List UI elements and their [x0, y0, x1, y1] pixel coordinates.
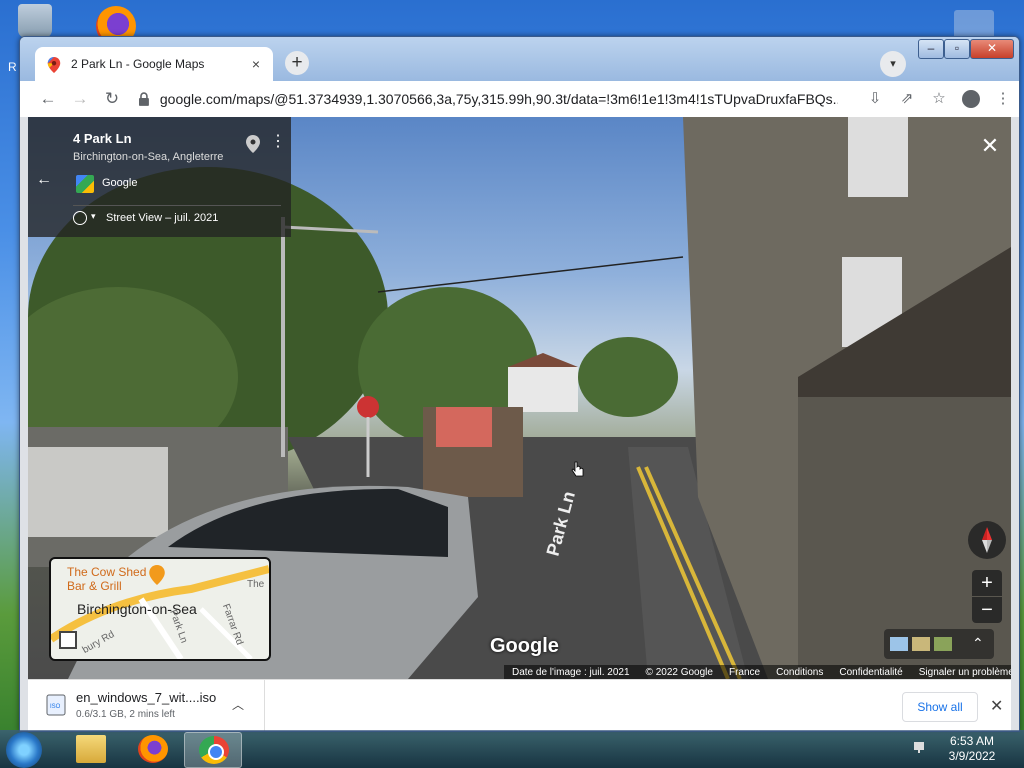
show-all-button[interactable]: Show all — [902, 692, 978, 722]
divider — [73, 205, 281, 206]
country-link[interactable]: France — [729, 667, 760, 678]
map-pin-icon[interactable] — [246, 135, 260, 153]
close-window-button[interactable]: ✕ — [970, 39, 1014, 59]
system-clock[interactable]: 6:53 AM 3/9/2022 — [940, 734, 1004, 764]
privacy-link[interactable]: Confidentialité — [839, 667, 902, 678]
hand-cursor-icon — [571, 461, 584, 477]
reload-button[interactable]: ↻ — [98, 85, 126, 113]
place-subtitle: Birchington-on-Sea, Angleterre — [73, 151, 224, 163]
close-street-view-button[interactable]: ✕ — [979, 135, 1001, 157]
desktop-icon-label: R — [8, 60, 17, 74]
road-label: The — [247, 579, 265, 590]
network-icon[interactable] — [912, 738, 930, 756]
browser-window: 2 Park Ln - Google Maps × + ▾ – ▫ ✕ ← → … — [19, 36, 1020, 732]
google-photos-icon — [76, 175, 94, 193]
more-options-icon[interactable]: ⋮ — [270, 134, 286, 153]
profile-avatar-icon[interactable] — [955, 85, 987, 113]
firefox-icon — [138, 735, 168, 763]
taskbar: 6:53 AM 3/9/2022 — [0, 730, 1024, 768]
history-clock-icon[interactable] — [73, 211, 87, 225]
street-view-panorama[interactable]: Park Ln ← 4 Park Ln Birchington-on-Sea, … — [28, 117, 1011, 679]
chrome-icon — [199, 736, 229, 764]
zoom-in-button[interactable]: + — [972, 570, 1002, 596]
zoom-out-button[interactable]: − — [972, 597, 1002, 623]
tab-google-maps[interactable]: 2 Park Ln - Google Maps × — [35, 47, 273, 81]
layer-thumbnail[interactable] — [934, 637, 952, 651]
layer-thumbnail[interactable] — [912, 637, 930, 651]
address-bar[interactable]: google.com/maps/@51.3734939,1.3070566,3a… — [138, 85, 838, 113]
place-info-card: ← 4 Park Ln Birchington-on-Sea, Angleter… — [28, 117, 291, 237]
taskbar-firefox[interactable] — [124, 732, 180, 766]
expand-chevron-icon[interactable]: ⌃ — [972, 635, 984, 652]
back-button[interactable]: ← — [34, 85, 62, 113]
bookmark-star-icon[interactable]: ☆ — [923, 85, 955, 113]
close-download-bar-icon[interactable]: ✕ — [990, 696, 1003, 716]
install-app-icon[interactable]: ⇩ — [859, 85, 891, 113]
image-date: Date de l'image : juil. 2021 — [512, 666, 630, 678]
chevron-down-icon[interactable]: ▾ — [91, 211, 96, 222]
report-problem-link[interactable]: Signaler un problème — [919, 667, 1011, 678]
taskbar-explorer[interactable] — [62, 732, 118, 766]
title-bar: 2 Park Ln - Google Maps × + ▾ – ▫ ✕ — [20, 37, 1019, 81]
taskbar-chrome[interactable] — [184, 732, 242, 768]
divider — [264, 680, 265, 731]
copyright: © 2022 Google — [645, 666, 713, 678]
svg-text:ISO: ISO — [50, 704, 61, 710]
maximize-button[interactable]: ▫ — [944, 39, 970, 59]
download-bar: ISO en_windows_7_wit....iso 0.6/3.1 GB, … — [28, 679, 1011, 731]
browser-menu-button[interactable]: ⋮ — [987, 85, 1019, 113]
forward-button[interactable]: → — [66, 85, 94, 113]
terms-link[interactable]: Conditions — [776, 667, 823, 678]
url-text: google.com/maps/@51.3734939,1.3070566,3a… — [159, 91, 838, 107]
start-button[interactable] — [6, 732, 42, 768]
tab-title: 2 Park Ln - Google Maps — [71, 57, 205, 71]
back-arrow-icon[interactable]: ← — [34, 171, 54, 191]
google-maps-pin-icon — [47, 57, 61, 73]
provider-label: Google — [102, 177, 138, 189]
clock-date: 3/9/2022 — [948, 749, 996, 763]
compass-icon[interactable] — [968, 521, 1006, 559]
poi-label: The Cow Shed Bar & Grill — [67, 565, 147, 593]
layer-thumbnail[interactable] — [890, 637, 908, 651]
iso-file-icon: ISO — [46, 694, 66, 716]
attribution-bar: Date de l'image : juil. 2021 © 2022 Goog… — [504, 665, 1011, 679]
tab-search-chevron-icon[interactable]: ▾ — [880, 51, 906, 77]
chevron-up-icon[interactable]: ︿ — [232, 696, 244, 713]
minimap[interactable]: The Cow Shed Bar & Grill Birchington-on-… — [49, 557, 271, 661]
clock-time: 6:53 AM — [949, 734, 995, 748]
download-status: 0.6/3.1 GB, 2 mins left — [76, 709, 175, 720]
browser-toolbar: ← → ↻ google.com/maps/@51.3734939,1.3070… — [20, 81, 1019, 117]
download-filename[interactable]: en_windows_7_wit....iso — [76, 690, 216, 705]
recycle-bin-icon[interactable] — [18, 4, 52, 38]
google-watermark: Google — [490, 635, 559, 657]
capture-date[interactable]: Street View – juil. 2021 — [106, 212, 218, 224]
orange-pin-icon — [149, 565, 165, 585]
expand-map-icon[interactable] — [59, 631, 77, 649]
folder-icon — [76, 735, 106, 763]
tab-close-icon[interactable]: × — [247, 55, 265, 73]
share-icon[interactable]: ⇗ — [891, 85, 923, 113]
minimize-button[interactable]: – — [918, 39, 944, 59]
lock-icon — [138, 92, 149, 106]
new-tab-button[interactable]: + — [285, 51, 309, 75]
place-title: 4 Park Ln — [73, 131, 132, 146]
